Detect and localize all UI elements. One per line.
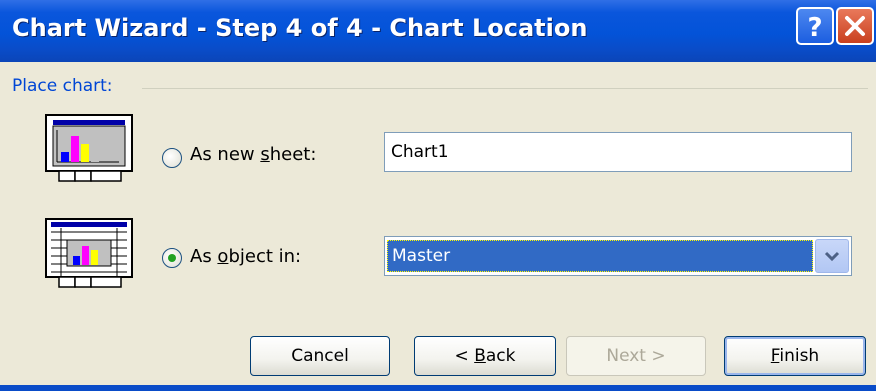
new-sheet-label[interactable]: As new sheet: <box>190 144 316 165</box>
svg-text:?: ? <box>807 13 822 43</box>
finish-button[interactable]: Finish <box>724 336 866 376</box>
combobox-dropdown-button[interactable] <box>815 239 849 273</box>
group-divider <box>142 88 868 89</box>
cancel-button[interactable]: Cancel <box>250 336 390 376</box>
back-button[interactable]: < Back <box>414 336 556 376</box>
question-mark-icon: ? <box>807 13 822 43</box>
next-button-label: Next > <box>606 346 666 366</box>
back-button-label-end: ack <box>485 346 516 366</box>
title-bar[interactable]: Chart Wizard - Step 4 of 4 - Chart Locat… <box>0 0 876 62</box>
new-sheet-name-input[interactable] <box>384 132 852 172</box>
object-in-radio[interactable] <box>162 248 182 268</box>
new-sheet-label-end: heet: <box>269 144 317 165</box>
cancel-button-label: Cancel <box>291 346 349 366</box>
chevron-down-icon <box>824 251 840 262</box>
close-button[interactable] <box>836 7 874 45</box>
new-sheet-label-start: As new <box>190 144 261 165</box>
close-x-icon <box>845 16 865 36</box>
object-in-combobox[interactable]: Master <box>384 236 852 276</box>
back-button-label-start: < <box>454 346 475 366</box>
window-bottom-border <box>0 385 876 391</box>
finish-button-label-end: inish <box>779 346 820 366</box>
object-in-label-start: As <box>190 246 218 267</box>
back-button-accel: B <box>474 346 486 366</box>
new-sheet-radio[interactable] <box>162 148 182 168</box>
chart-wizard-dialog: Chart Wizard - Step 4 of 4 - Chart Locat… <box>0 0 876 391</box>
help-button[interactable]: ? <box>796 7 834 45</box>
object-in-label-accel: o <box>217 246 229 267</box>
object-in-label-end: bject in: <box>228 246 302 267</box>
next-button[interactable]: Next > <box>566 336 706 376</box>
new-sheet-chart-icon <box>45 114 135 190</box>
object-in-label[interactable]: As object in: <box>190 246 301 267</box>
dialog-title: Chart Wizard - Step 4 of 4 - Chart Locat… <box>12 14 588 42</box>
new-sheet-label-accel: s <box>260 144 270 165</box>
combobox-selected-value: Master <box>387 240 813 272</box>
radio-selected-dot <box>168 254 176 262</box>
embedded-chart-icon <box>45 218 135 296</box>
place-chart-group-label: Place chart: <box>12 76 113 96</box>
